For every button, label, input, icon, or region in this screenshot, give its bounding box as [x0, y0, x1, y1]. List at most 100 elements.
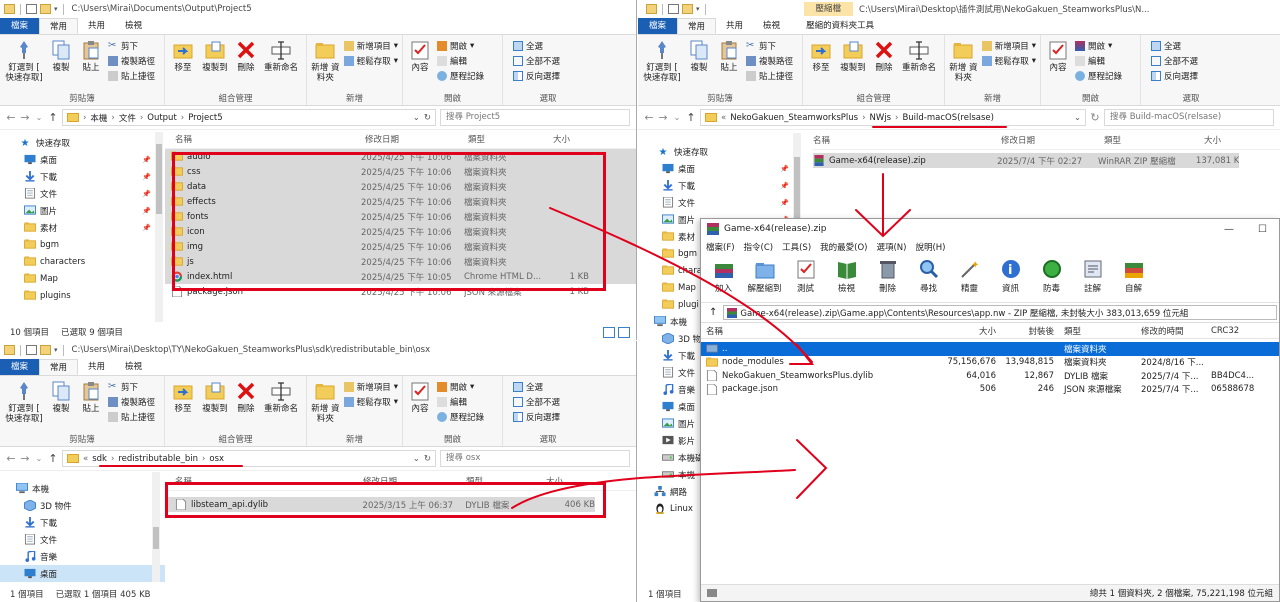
copy-path-button[interactable]: 複製路徑	[746, 54, 793, 67]
toolbar-button-view[interactable]: 檢視	[828, 255, 865, 294]
file-row[interactable]: Game-x64(release).zip 2025/7/4 下午 02:27 Wi…	[813, 153, 1239, 168]
sidebar-item[interactable]: 音樂	[0, 548, 165, 565]
column-size[interactable]: 大小	[1204, 134, 1244, 146]
column-size[interactable]: 大小	[553, 133, 593, 145]
paste-shortcut-button[interactable]: 貼上捷徑	[746, 69, 793, 82]
pin-icon[interactable]: 📌	[142, 156, 151, 164]
menu-item[interactable]: 工具(S)	[782, 241, 811, 253]
menu-item[interactable]: 選項(N)	[876, 241, 906, 253]
file-row[interactable]: package.json 2025/4/25 下午 10:06 JSON 來源檔案 1…	[165, 284, 636, 299]
edit-button[interactable]: 編輯	[1075, 54, 1122, 67]
breadcrumb-item[interactable]: Project5	[188, 113, 223, 123]
menu-item[interactable]: 檔案(F)	[706, 241, 735, 253]
new-folder-icon[interactable]	[40, 345, 51, 355]
tab-view[interactable]: 檢視	[753, 18, 790, 34]
column-modified[interactable]: 修改的時間	[1141, 325, 1211, 337]
toolbar-button-wizard[interactable]: ✦ 精靈	[951, 255, 988, 294]
tab-file[interactable]: 檔案	[638, 18, 678, 34]
column-date[interactable]: 修改日期	[365, 133, 468, 145]
breadcrumb-item[interactable]: Build-macOS(relsase)	[902, 113, 993, 123]
up-icon[interactable]: ↑	[48, 452, 58, 465]
sidebar-item[interactable]: 3D 物件	[0, 497, 165, 514]
select-all-button[interactable]: 全選	[513, 380, 560, 393]
breadcrumb-item[interactable]: osx	[209, 454, 224, 464]
sidebar-item[interactable]: plugins	[0, 287, 165, 304]
invert-selection-button[interactable]: 反向選擇	[513, 410, 560, 423]
file-row[interactable]: audio 2025/4/25 下午 10:06 檔案資料夾	[165, 149, 636, 164]
toolbar-button-trash[interactable]: 刪除	[869, 255, 906, 294]
maximize-icon[interactable]: ☐	[1258, 224, 1267, 235]
sidebar-item[interactable]: Map	[0, 270, 165, 287]
refresh-icon[interactable]: ↻	[424, 454, 431, 464]
edit-button[interactable]: 編輯	[437, 395, 484, 408]
sidebar-item[interactable]: 圖片 📌	[0, 202, 165, 219]
sidebar-item[interactable]: bgm	[0, 236, 165, 253]
easy-access-button[interactable]: 輕鬆存取 ▾	[343, 54, 398, 67]
menu-item[interactable]: 我的最愛(O)	[820, 241, 867, 253]
up-icon[interactable]: ↑	[709, 307, 717, 318]
file-row[interactable]: js 2025/4/25 下午 10:06 檔案資料夾	[165, 254, 636, 269]
sidebar-item[interactable]: 文件 📌	[0, 185, 165, 202]
nav-scrollbar[interactable]	[155, 132, 163, 322]
back-icon[interactable]: ←	[6, 452, 16, 465]
address-bar[interactable]: « NekoGakuen_SteamworksPlus › NWjs › Build…	[700, 109, 1086, 126]
minimize-icon[interactable]: —	[1224, 224, 1234, 235]
tab-share[interactable]: 共用	[78, 359, 115, 375]
tab-compressed-folder-tools[interactable]: 壓縮的資料夾工具	[796, 18, 884, 34]
toolbar-button-extract[interactable]: 解壓縮到	[746, 255, 783, 294]
back-icon[interactable]: ←	[6, 111, 16, 124]
file-row[interactable]: icon 2025/4/25 下午 10:06 檔案資料夾	[165, 224, 636, 239]
column-type[interactable]: 類型	[468, 133, 553, 145]
column-size[interactable]: 大小	[546, 475, 596, 487]
open-button[interactable]: 開啟 ▾	[437, 39, 484, 52]
archive-path[interactable]: Game-x64(release).zip\Game.app\Contents\…	[723, 305, 1277, 320]
sidebar-item[interactable]: 桌面	[0, 565, 165, 582]
tab-share[interactable]: 共用	[716, 18, 753, 34]
file-row[interactable]: data 2025/4/25 下午 10:06 檔案資料夾	[165, 179, 636, 194]
toolbar-button-info[interactable]: i 資訊	[992, 255, 1029, 294]
column-name[interactable]: 名稱	[701, 325, 916, 337]
tab-file[interactable]: 檔案	[0, 359, 40, 375]
invert-selection-button[interactable]: 反向選擇	[513, 69, 560, 82]
invert-selection-button[interactable]: 反向選擇	[1151, 69, 1198, 82]
forward-icon[interactable]: →	[20, 111, 30, 124]
column-date[interactable]: 修改日期	[1001, 134, 1104, 146]
file-row[interactable]: css 2025/4/25 下午 10:06 檔案資料夾	[165, 164, 636, 179]
chevron-down-icon[interactable]: ⌄	[34, 113, 44, 122]
menu-item[interactable]: 指令(C)	[744, 241, 774, 253]
tab-home[interactable]: 常用	[39, 18, 79, 34]
context-tab-compressed[interactable]: 壓縮檔	[803, 2, 854, 16]
breadcrumb-item[interactable]: sdk	[92, 454, 107, 464]
column-name[interactable]: 名稱	[813, 134, 1001, 146]
toolbar-button-add[interactable]: 加入	[705, 255, 742, 294]
file-row[interactable]: libsteam_api.dylib 2025/3/15 上午 06:37 DYLI…	[165, 497, 595, 512]
sidebar-item[interactable]: characters	[0, 253, 165, 270]
properties-icon[interactable]	[668, 4, 679, 14]
toolbar-button-comment[interactable]: 註解	[1074, 255, 1111, 294]
refresh-icon[interactable]: ↻	[424, 113, 431, 123]
pin-icon[interactable]: 📌	[780, 199, 789, 207]
cut-button[interactable]: ✂ 剪下	[108, 380, 155, 393]
new-folder-icon[interactable]	[682, 4, 693, 14]
sidebar-item[interactable]: 文件	[0, 531, 165, 548]
select-none-button[interactable]: 全部不選	[1151, 54, 1198, 67]
tab-home[interactable]: 常用	[39, 359, 79, 375]
file-row[interactable]: index.html 2025/4/25 下午 10:05 Chrome HTML …	[165, 269, 636, 284]
column-name[interactable]: 名稱	[175, 475, 363, 487]
paste-shortcut-button[interactable]: 貼上捷徑	[108, 69, 155, 82]
pin-icon[interactable]: 📌	[142, 224, 151, 232]
chevron-down-icon[interactable]: ⌄	[34, 454, 44, 463]
new-item-button[interactable]: 新增項目 ▾	[981, 39, 1036, 52]
sidebar-item[interactable]: ★ 快速存取	[638, 143, 803, 160]
sidebar-item[interactable]: ★ 快速存取	[0, 134, 165, 151]
file-row[interactable]: img 2025/4/25 下午 10:06 檔案資料夾	[165, 239, 636, 254]
chevron-down-icon[interactable]: ⌄	[672, 113, 682, 122]
sidebar-item[interactable]: 本機	[0, 480, 165, 497]
chevron-down-icon[interactable]: ⌄	[1074, 113, 1081, 123]
new-folder-icon[interactable]	[40, 4, 51, 14]
up-icon[interactable]: ↑	[48, 111, 58, 124]
sidebar-item[interactable]: 下載 📌	[638, 177, 803, 194]
toolbar-button-virus[interactable]: 防毒	[1033, 255, 1070, 294]
archive-row[interactable]: node_modules 75,156,676 13,948,815 檔案資料夾 202…	[701, 356, 1279, 370]
tab-view[interactable]: 檢視	[115, 18, 152, 34]
